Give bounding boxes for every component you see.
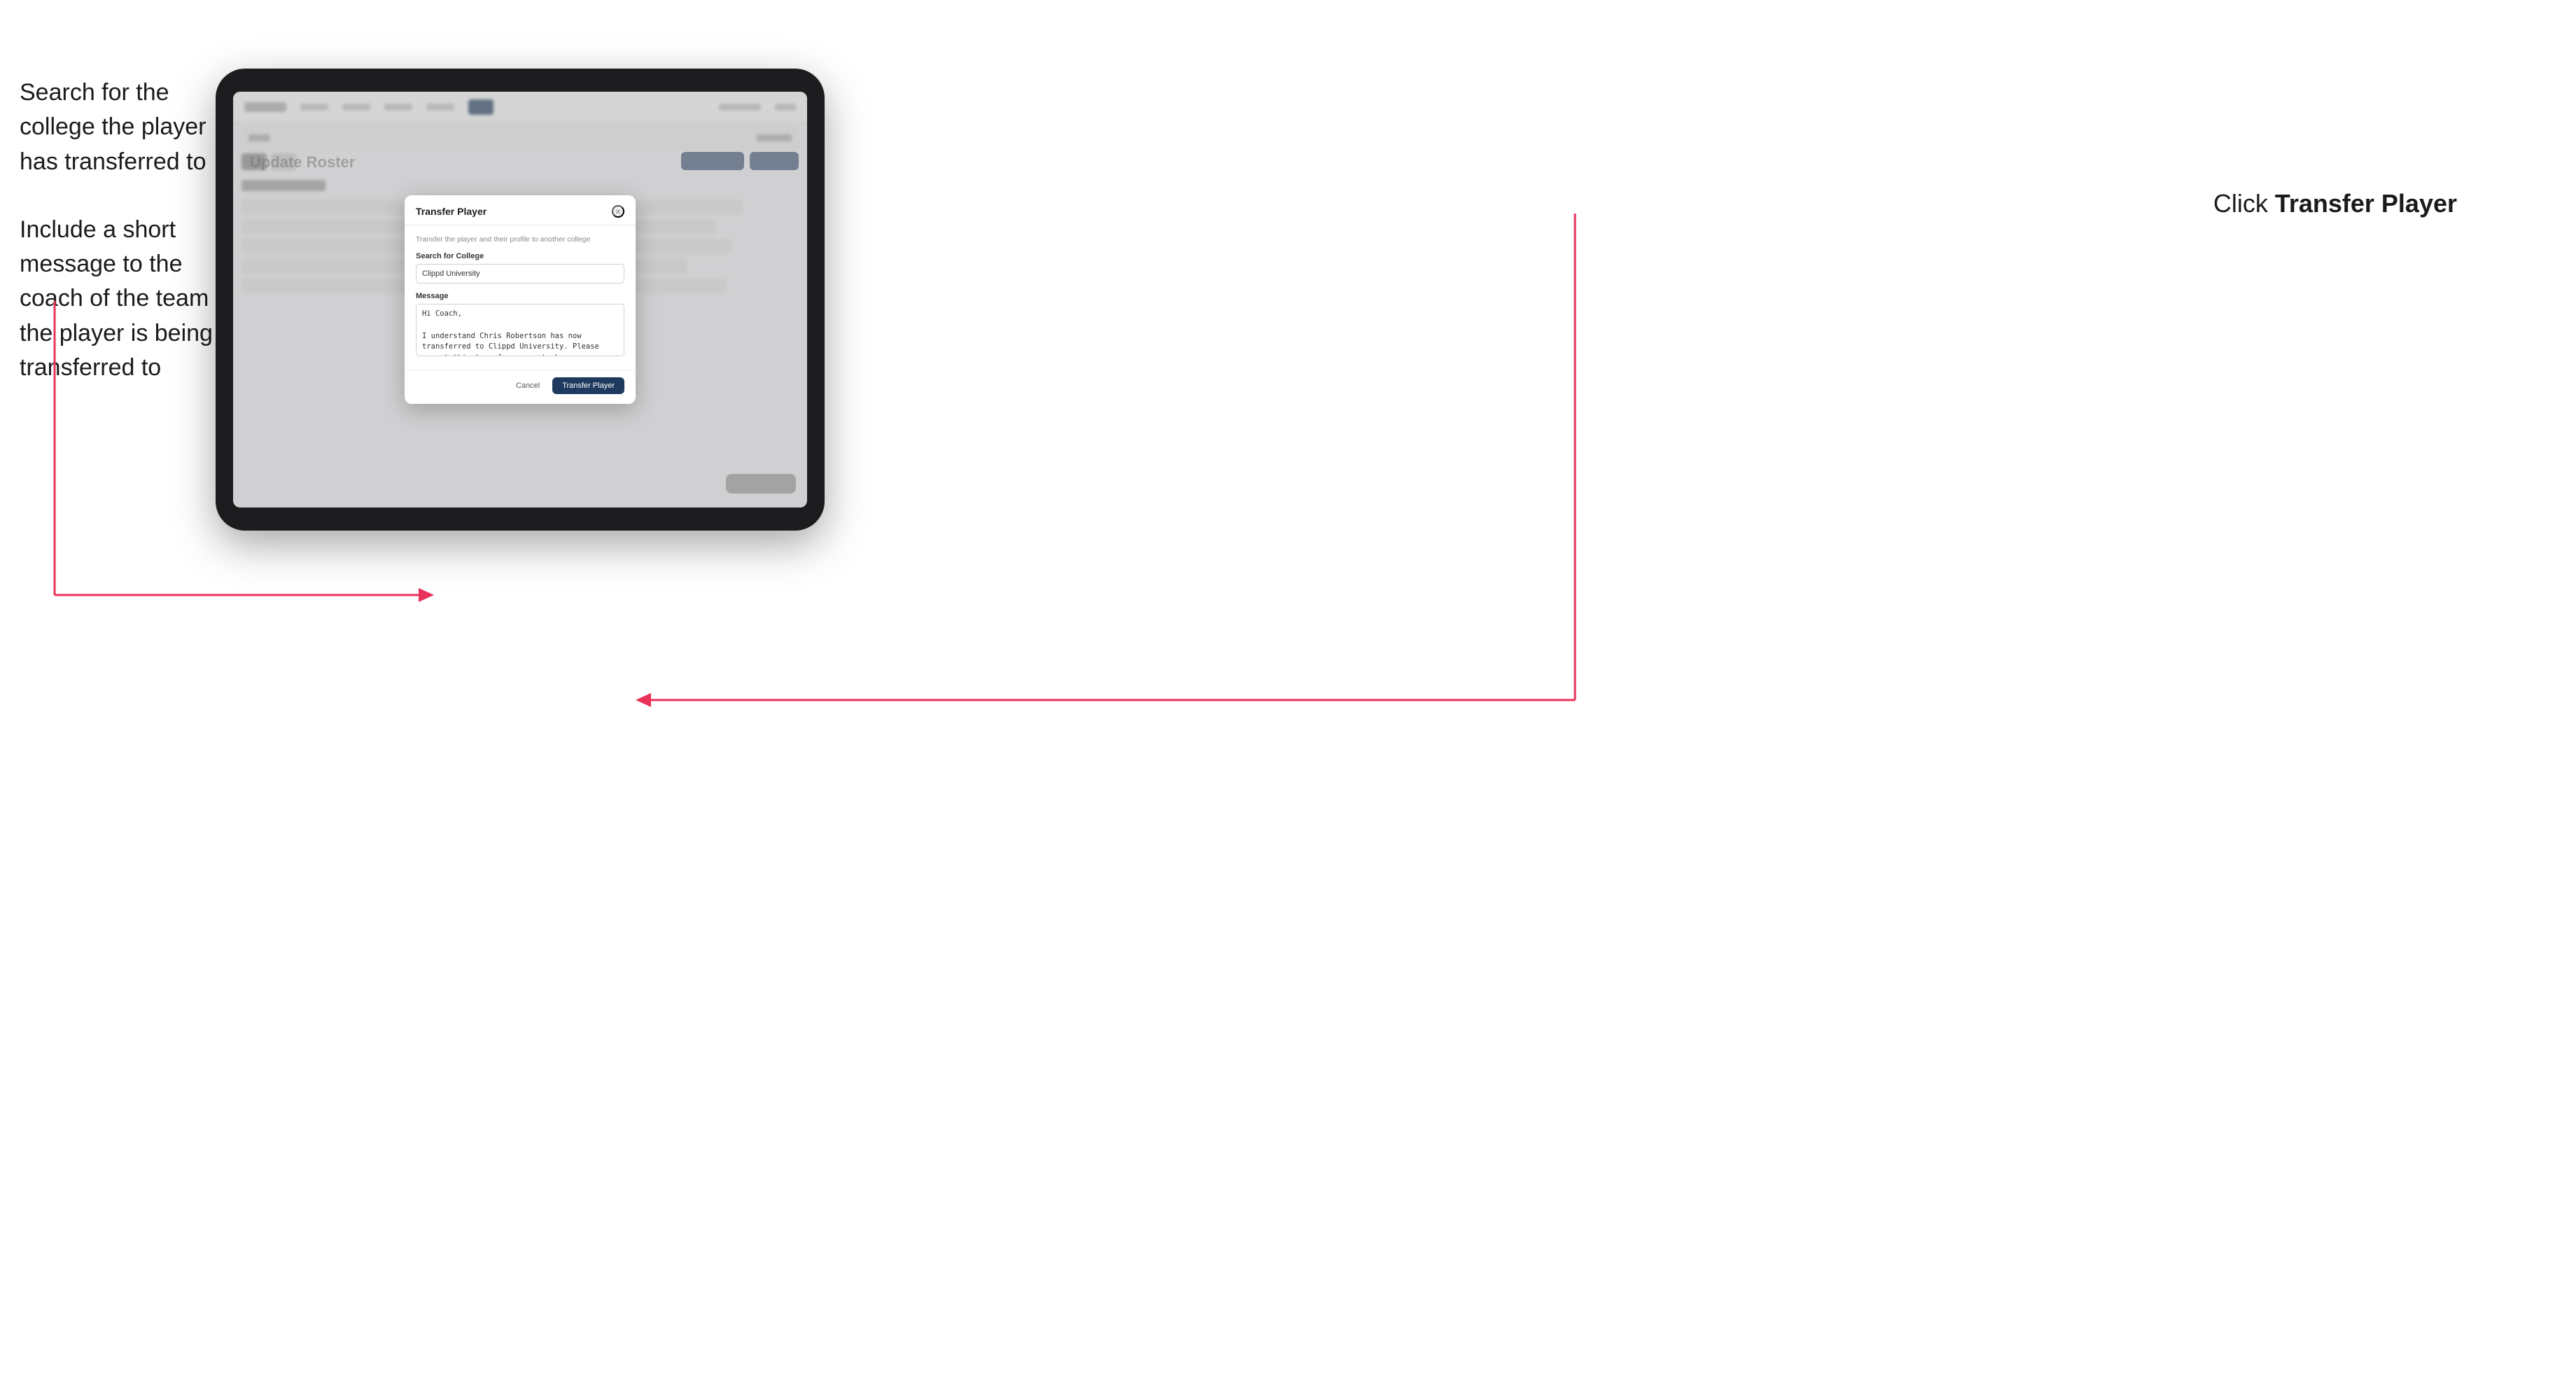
- cancel-button[interactable]: Cancel: [510, 379, 545, 393]
- annotation-block1: Search for the college the player has tr…: [20, 76, 216, 179]
- transfer-player-button[interactable]: Transfer Player: [552, 377, 624, 394]
- message-textarea[interactable]: Hi Coach, I understand Chris Robertson h…: [416, 304, 624, 356]
- transfer-player-modal: Transfer Player × Transfer the player an…: [405, 195, 636, 404]
- tablet-frame: Update Roster Transfer Player × Transfer…: [216, 69, 825, 531]
- annotation-left: Search for the college the player has tr…: [20, 76, 216, 385]
- modal-title: Transfer Player: [416, 206, 486, 217]
- modal-close-button[interactable]: ×: [612, 205, 624, 218]
- search-college-label: Search for College: [416, 252, 624, 260]
- modal-body: Transfer the player and their profile to…: [405, 225, 636, 370]
- annotation-block2: Include a short message to the coach of …: [20, 213, 216, 385]
- message-label: Message: [416, 292, 624, 300]
- search-college-input[interactable]: [416, 264, 624, 284]
- annotation-right: Click Transfer Player: [2213, 189, 2457, 218]
- modal-header: Transfer Player ×: [405, 195, 636, 225]
- modal-overlay: Transfer Player × Transfer the player an…: [233, 92, 807, 507]
- modal-footer: Cancel Transfer Player: [405, 370, 636, 404]
- tablet-screen: Update Roster Transfer Player × Transfer…: [233, 92, 807, 507]
- modal-description: Transfer the player and their profile to…: [416, 235, 624, 244]
